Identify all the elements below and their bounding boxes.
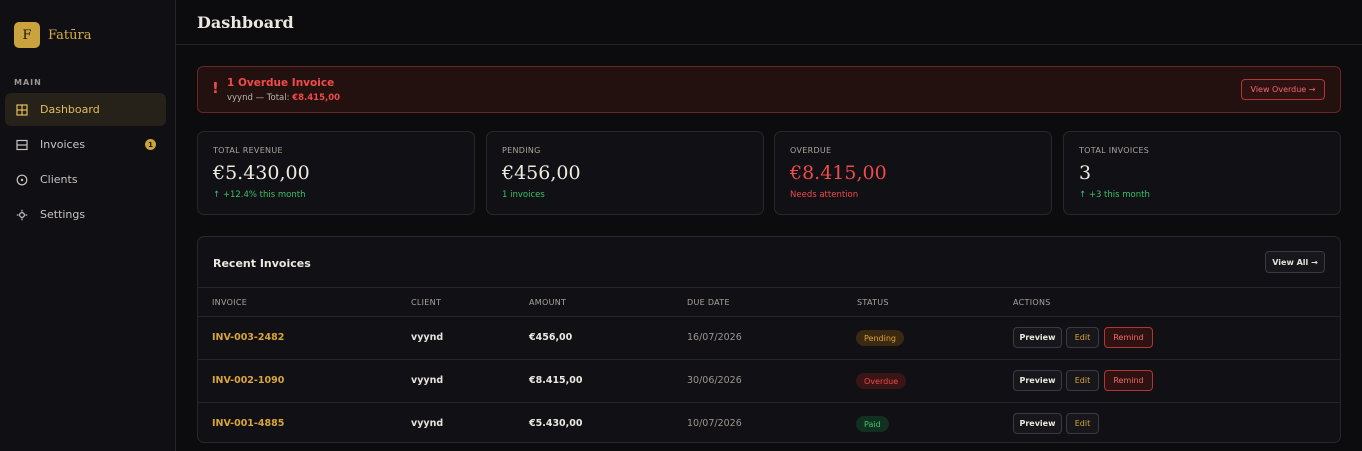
stat-sub: Needs attention xyxy=(790,190,859,200)
client-name: vyynd xyxy=(411,332,444,343)
brand-name: Fatūra xyxy=(48,27,92,43)
stat-sub: ↑ +12.4% this month xyxy=(213,190,306,200)
sidebar-item-clients[interactable]: Clients xyxy=(5,163,166,196)
table-row[interactable]: INV-002-1090 vyynd €8.415,00 30/06/2026 … xyxy=(198,360,1340,403)
stat-label: TOTAL REVENUE xyxy=(213,146,283,155)
remind-button[interactable]: Remind xyxy=(1104,370,1153,391)
invoice-amount: €8.415,00 xyxy=(529,375,583,386)
due-date: 16/07/2026 xyxy=(687,332,742,343)
sidebar-item-invoices[interactable]: Invoices 1 xyxy=(5,128,166,161)
edit-button[interactable]: Edit xyxy=(1066,327,1099,348)
preview-button[interactable]: Preview xyxy=(1013,413,1062,434)
invoice-number-link[interactable]: INV-002-1090 xyxy=(212,375,284,386)
stat-label: PENDING xyxy=(502,146,541,155)
column-header-actions: ACTIONS xyxy=(1013,298,1051,307)
stat-label: TOTAL INVOICES xyxy=(1079,146,1150,155)
column-header-invoice: INVOICE xyxy=(212,298,248,307)
remind-button[interactable]: Remind xyxy=(1104,327,1153,348)
alert-icon: ! xyxy=(212,79,219,97)
table-row[interactable]: INV-001-4885 vyynd €5.430,00 10/07/2026 … xyxy=(198,403,1340,442)
column-header-status: STATUS xyxy=(857,298,889,307)
invoice-number-link[interactable]: INV-001-4885 xyxy=(212,418,284,429)
status-badge: Paid xyxy=(856,416,889,432)
invoices-count-badge: 1 xyxy=(145,139,156,150)
brand-logo: F xyxy=(14,22,40,48)
stat-card-total-revenue: TOTAL REVENUE €5.430,00 ↑ +12.4% this mo… xyxy=(197,131,475,215)
invoice-amount: €5.430,00 xyxy=(529,418,583,429)
page-title: Dashboard xyxy=(197,12,294,32)
stat-card-total-invoices: TOTAL INVOICES 3 ↑ +3 this month xyxy=(1063,131,1341,215)
status-badge: Overdue xyxy=(856,373,907,389)
gear-icon xyxy=(16,209,28,221)
sidebar-item-label: Settings xyxy=(40,208,86,221)
sidebar: F Fatūra MAIN Dashboard Invoices 1 Clien… xyxy=(0,0,176,451)
status-badge: Pending xyxy=(856,330,904,346)
sidebar-item-label: Dashboard xyxy=(40,103,100,116)
due-date: 10/07/2026 xyxy=(687,418,742,429)
stat-sub: 1 invoices xyxy=(502,190,545,200)
stat-card-pending: PENDING €456,00 1 invoices xyxy=(486,131,764,215)
alert-title: 1 Overdue Invoice xyxy=(227,77,335,89)
stat-sub: ↑ +3 this month xyxy=(1079,190,1150,200)
column-header-due-date: DUE DATE xyxy=(687,298,730,307)
edit-button[interactable]: Edit xyxy=(1066,413,1099,434)
alert-subtitle: vyynd — Total: €8.415,00 xyxy=(227,93,340,103)
sidebar-section-label: MAIN xyxy=(14,78,42,87)
stat-value: 3 xyxy=(1079,162,1092,184)
recent-invoices-title: Recent Invoices xyxy=(213,257,311,270)
main-content: Dashboard ! 1 Overdue Invoice vyynd — To… xyxy=(176,0,1362,451)
stat-label: OVERDUE xyxy=(790,146,832,155)
client-name: vyynd xyxy=(411,418,444,429)
edit-button[interactable]: Edit xyxy=(1066,370,1099,391)
stat-value: €8.415,00 xyxy=(790,162,887,184)
due-date: 30/06/2026 xyxy=(687,375,742,386)
overdue-alert: ! 1 Overdue Invoice vyynd — Total: €8.41… xyxy=(197,66,1341,113)
topbar: Dashboard xyxy=(176,0,1362,45)
invoice-icon xyxy=(16,139,28,151)
stat-value: €5.430,00 xyxy=(213,162,310,184)
table-header: INVOICE CLIENT AMOUNT DUE DATE STATUS AC… xyxy=(198,287,1340,317)
invoice-number-link[interactable]: INV-003-2482 xyxy=(212,332,284,343)
alert-subtitle-prefix: vyynd — Total: xyxy=(227,93,290,103)
sidebar-item-label: Clients xyxy=(40,173,78,186)
recent-invoices-card: Recent Invoices View All → INVOICE CLIEN… xyxy=(197,236,1341,443)
clients-icon xyxy=(16,174,28,186)
preview-button[interactable]: Preview xyxy=(1013,370,1062,391)
view-overdue-button[interactable]: View Overdue → xyxy=(1241,79,1325,100)
sidebar-item-label: Invoices xyxy=(40,138,86,151)
table-row[interactable]: INV-003-2482 vyynd €456,00 16/07/2026 Pe… xyxy=(198,317,1340,360)
app: F Fatūra MAIN Dashboard Invoices 1 Clien… xyxy=(0,0,1362,451)
view-all-button[interactable]: View All → xyxy=(1265,251,1325,273)
alert-subtitle-amount: €8.415,00 xyxy=(292,93,341,103)
preview-button[interactable]: Preview xyxy=(1013,327,1062,348)
column-header-client: CLIENT xyxy=(411,298,442,307)
grid-icon xyxy=(16,103,28,116)
column-header-amount: AMOUNT xyxy=(529,298,567,307)
invoice-amount: €456,00 xyxy=(529,332,573,343)
stat-card-overdue: OVERDUE €8.415,00 Needs attention xyxy=(774,131,1052,215)
sidebar-item-dashboard[interactable]: Dashboard xyxy=(5,93,166,126)
sidebar-item-settings[interactable]: Settings xyxy=(5,198,166,231)
client-name: vyynd xyxy=(411,375,444,386)
stat-value: €456,00 xyxy=(502,162,581,184)
brand[interactable]: F Fatūra xyxy=(14,22,91,48)
